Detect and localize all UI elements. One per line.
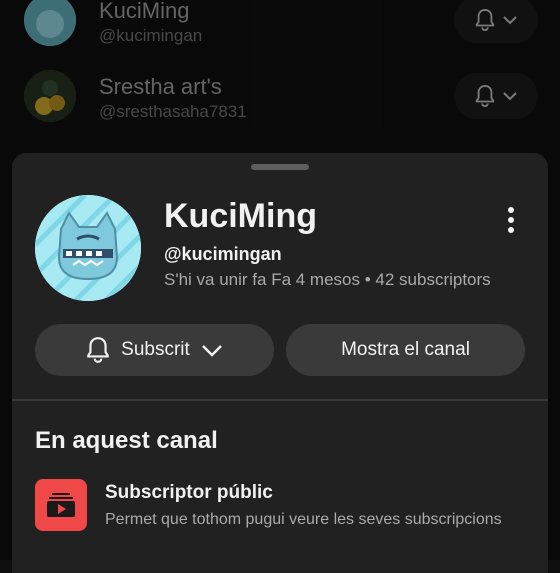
subscribed-label: Subscrit [121, 339, 190, 360]
chevron-down-icon [201, 345, 222, 357]
section-title: En aquest canal [35, 427, 218, 454]
feature-description: Permet que tothom pugui veure les seves … [105, 511, 502, 528]
more-options-icon[interactable] [496, 203, 526, 237]
divider [12, 399, 548, 401]
show-channel-label: Mostra el canal [341, 339, 470, 360]
subscribed-button[interactable]: Subscrit [35, 324, 274, 376]
feature-title: Subscriptor públic [105, 482, 273, 503]
channel-meta: S'hi va unir fa Fa 4 mesos • 42 subscrip… [164, 270, 491, 289]
channel-title: KuciMing [164, 197, 317, 235]
subscriptions-icon [35, 479, 87, 531]
drag-handle[interactable] [251, 164, 309, 170]
channel-handle: @kucimingan [164, 244, 282, 264]
bell-icon [87, 337, 109, 363]
channel-avatar[interactable] [35, 195, 141, 301]
channel-bottom-sheet: KuciMing @kucimingan S'hi va unir fa Fa … [12, 153, 548, 573]
show-channel-button[interactable]: Mostra el canal [286, 324, 525, 376]
